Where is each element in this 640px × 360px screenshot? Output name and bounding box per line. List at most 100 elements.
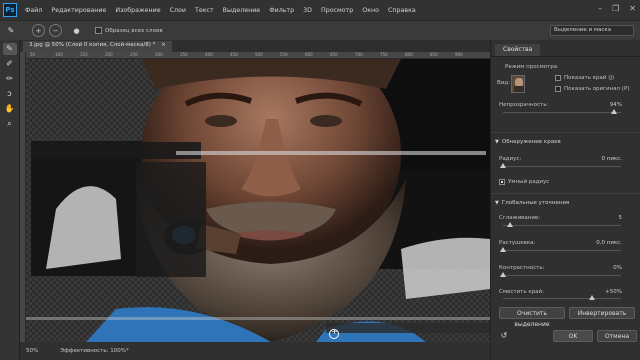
ruler-tick: 150 [80, 52, 88, 57]
photo-image [26, 59, 490, 342]
menu-item[interactable]: 3D [303, 7, 312, 14]
brush-cursor [329, 327, 339, 339]
lasso-icon[interactable]: ↄ [3, 88, 17, 100]
menu-item[interactable]: Изображение [115, 7, 160, 14]
status-bar: 50% Эффективность: 100%* [20, 342, 490, 360]
opacity-slider[interactable] [503, 109, 621, 114]
smooth-slider[interactable] [503, 222, 621, 227]
ruler-tick: 800 [405, 52, 413, 57]
slider-thumb[interactable] [500, 247, 506, 252]
ruler-tick: 400 [205, 52, 213, 57]
close-tab-icon[interactable]: × [161, 42, 166, 48]
options-bar: ✎ + − ● Образец всех слоев Выделение и м… [0, 20, 640, 40]
shift-edge-value[interactable]: +50% [605, 289, 622, 295]
document-canvas[interactable] [26, 59, 490, 342]
show-edge-checkbox[interactable] [555, 75, 561, 81]
horizontal-ruler: 50 100 150 200 250 300 350 400 450 500 550 600 650 70… [26, 52, 490, 59]
ruler-tick: 900 [455, 52, 463, 57]
efficiency-readout: Эффективность: 100%* [60, 348, 129, 354]
smooth-value[interactable]: 5 [619, 215, 623, 221]
clear-selection-button[interactable]: Очистить выделение [499, 307, 565, 328]
ruler-tick: 850 [430, 52, 438, 57]
view-mode-thumbnail[interactable] [511, 75, 525, 93]
slider-thumb[interactable] [610, 109, 617, 114]
brush-size-icon[interactable]: ● [70, 24, 83, 37]
quick-selection-tool-icon[interactable]: ✎ [4, 25, 18, 37]
slider-thumb[interactable] [507, 222, 514, 227]
edge-detection-header[interactable]: ▼ Обнаружение краев [495, 139, 561, 145]
brush-icon[interactable]: ✏ [3, 73, 17, 85]
ruler-tick: 600 [305, 52, 313, 57]
ruler-tick: 100 [55, 52, 63, 57]
ruler-tick: 650 [330, 52, 338, 57]
smart-radius-label: Умный радиус [508, 179, 550, 185]
menu-item[interactable]: Редактирование [51, 7, 106, 14]
feather-label: Растушевка: [499, 240, 536, 246]
add-to-selection-icon[interactable]: + [32, 24, 45, 37]
view-label: Вид: [497, 80, 511, 86]
menu-item[interactable]: Слои [170, 7, 186, 14]
menu-item[interactable]: Просмотр [321, 7, 353, 14]
radius-value[interactable]: 0 пикс. [601, 156, 622, 162]
radius-label: Радиус: [499, 156, 522, 162]
zoom-level[interactable]: 50% [26, 348, 38, 354]
tab-properties[interactable]: Свойства [495, 44, 541, 56]
slider-thumb[interactable] [500, 163, 506, 168]
ruler-tick: 300 [155, 52, 163, 57]
subtract-from-selection-icon[interactable]: − [49, 24, 62, 37]
shift-edge-slider[interactable] [503, 295, 621, 300]
sample-all-layers-checkbox[interactable] [95, 27, 102, 34]
quick-selection-brush-icon[interactable]: ✎ [2, 43, 17, 55]
contrast-value[interactable]: 0% [613, 265, 622, 271]
reset-icon[interactable]: ↺ [497, 330, 511, 342]
feather-slider[interactable] [500, 247, 621, 252]
ruler-tick: 200 [105, 52, 113, 57]
ruler-tick: 500 [255, 52, 263, 57]
ok-button[interactable]: OK [553, 330, 593, 342]
ruler-tick: 550 [280, 52, 288, 57]
close-icon[interactable]: ✕ [629, 4, 636, 13]
menu-item[interactable]: Текст [195, 7, 214, 14]
opacity-label: Непрозрачность: [499, 102, 549, 108]
show-original-label: Показать оригинал (P) [564, 86, 630, 92]
global-refinements-header[interactable]: ▼ Глобальные уточнения [495, 200, 569, 206]
window-controls: – ❐ ✕ [598, 4, 636, 13]
menu-item[interactable]: Файл [25, 7, 42, 14]
radius-slider[interactable] [500, 163, 621, 168]
opacity-value[interactable]: 94% [610, 102, 622, 108]
menu-item[interactable]: Справка [388, 7, 416, 14]
contrast-slider[interactable] [500, 272, 621, 277]
document-tab[interactable]: 3.jpg @ 50% (Слой 0 копия, Слой-маска/8)… [23, 41, 172, 52]
ruler-tick: 750 [380, 52, 388, 57]
menu-items: Файл Редактирование Изображение Слои Текст Вы… [25, 7, 416, 14]
show-original-checkbox[interactable] [555, 86, 561, 92]
ruler-tick: 700 [355, 52, 363, 57]
shift-edge-label: Сместить край: [499, 289, 544, 295]
photoshop-logo: Ps [3, 3, 17, 17]
document-title: 3.jpg @ 50% (Слой 0 копия, Слой-маска/8)… [29, 42, 156, 48]
feather-value[interactable]: 0,0 пикс. [596, 240, 622, 246]
menu-item[interactable]: Фильтр [269, 7, 294, 14]
cancel-button[interactable]: Отмена [597, 330, 637, 342]
show-edge-label: Показать край (J) [564, 75, 615, 81]
document-tab-bar: 3.jpg @ 50% (Слой 0 копия, Слой-маска/8)… [20, 40, 490, 52]
slider-thumb[interactable] [588, 295, 595, 300]
refine-edge-brush-icon[interactable]: ✐ [3, 58, 17, 70]
ruler-tick: 250 [130, 52, 138, 57]
sample-all-layers-label: Образец всех слоев [105, 27, 163, 34]
ruler-tick: 50 [30, 52, 36, 57]
minimize-icon[interactable]: – [598, 4, 602, 13]
smart-radius-checkbox[interactable] [499, 179, 505, 185]
slider-thumb[interactable] [500, 272, 506, 277]
view-mode-label: Режим просмотра [505, 64, 558, 70]
menu-item[interactable]: Окно [362, 7, 379, 14]
tools-panel: ✎ ✐ ✏ ↄ ✋ ⌕ [0, 40, 20, 360]
invert-button[interactable]: Инвертировать [569, 307, 635, 319]
menu-item[interactable]: Выделение [223, 7, 261, 14]
contrast-label: Контрастность: [499, 265, 545, 271]
properties-panel: Свойства Режим просмотра Вид: Показать к… [490, 40, 640, 360]
workspace-dropdown[interactable]: Выделение и маска [550, 25, 634, 36]
hand-icon[interactable]: ✋ [3, 103, 17, 115]
restore-icon[interactable]: ❐ [612, 4, 619, 13]
zoom-icon[interactable]: ⌕ [3, 118, 17, 130]
